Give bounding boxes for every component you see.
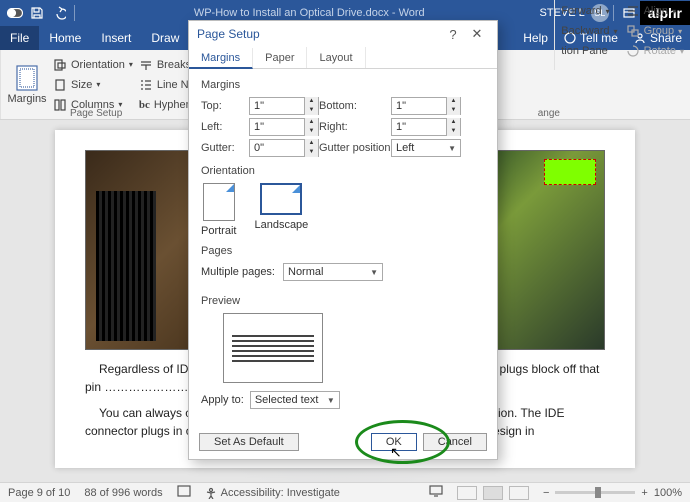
zoom-out-icon[interactable]: − xyxy=(543,487,549,499)
left-input[interactable]: 1"▲▼ xyxy=(249,118,319,136)
zoom-slider[interactable] xyxy=(555,491,635,494)
set-as-default-button[interactable]: Set As Default xyxy=(199,433,299,451)
landscape-option[interactable]: Landscape xyxy=(254,183,308,237)
bottom-input[interactable]: 1"▲▼ xyxy=(391,97,461,115)
display-settings-icon[interactable] xyxy=(429,485,443,500)
portrait-option[interactable]: Portrait xyxy=(201,183,236,237)
orientation-button[interactable]: Orientation▾ xyxy=(53,56,133,74)
help-icon[interactable]: ? xyxy=(441,27,465,42)
accessibility-status[interactable]: Accessibility: Investigate xyxy=(205,487,340,499)
quick-access-toolbar xyxy=(0,2,79,24)
insert-tab[interactable]: Insert xyxy=(91,26,141,50)
right-input[interactable]: 1"▲▼ xyxy=(391,118,461,136)
zoom-in-icon[interactable]: + xyxy=(641,487,647,499)
dialog-tabs: Margins Paper Layout xyxy=(189,47,497,69)
selection-pane-button[interactable]: tion Pane xyxy=(561,42,617,60)
autosave-toggle[interactable] xyxy=(4,2,26,24)
tab-margins[interactable]: Margins xyxy=(189,48,253,69)
rotate-button[interactable]: Rotate▾ xyxy=(626,42,684,60)
dialog-title: Page Setup xyxy=(197,27,260,41)
orientation-section-label: Orientation xyxy=(201,165,485,177)
page-setup-dialog: Page Setup ? ✕ Margins Paper Layout Marg… xyxy=(188,20,498,460)
gutter-input[interactable]: 0"▲▼ xyxy=(249,139,319,157)
bottom-label: Bottom: xyxy=(319,100,391,112)
margins-button[interactable]: Margins xyxy=(7,65,47,105)
margins-section-label: Margins xyxy=(201,79,485,91)
page-setup-group-label: Page Setup xyxy=(70,108,122,119)
document-title: WP-How to Install an Optical Drive.docx … xyxy=(79,7,540,19)
size-button[interactable]: Size▾ xyxy=(53,76,133,94)
page-indicator[interactable]: Page 9 of 10 xyxy=(8,487,70,499)
multiple-pages-label: Multiple pages: xyxy=(201,266,275,278)
home-tab[interactable]: Home xyxy=(39,26,91,50)
tab-paper[interactable]: Paper xyxy=(253,47,307,68)
gutter-position-select[interactable]: Left▼ xyxy=(391,139,461,157)
apply-to-select[interactable]: Selected text▼ xyxy=(250,391,340,409)
apply-to-label: Apply to: xyxy=(201,394,244,406)
group-button[interactable]: Group▾ xyxy=(626,22,684,40)
gutter-label: Gutter: xyxy=(201,142,249,154)
word-count[interactable]: 88 of 996 words xyxy=(84,487,162,499)
align-button[interactable]: Align▾ xyxy=(626,2,684,20)
read-mode-icon[interactable] xyxy=(457,486,477,500)
tab-layout[interactable]: Layout xyxy=(307,47,365,68)
preview-thumbnail xyxy=(223,313,323,383)
zoom-level[interactable]: 100% xyxy=(654,487,682,499)
file-tab[interactable]: File xyxy=(0,26,39,50)
send-backward-button[interactable]: Backward▾ xyxy=(561,22,617,40)
dialog-titlebar[interactable]: Page Setup ? ✕ xyxy=(189,21,497,47)
undo-icon[interactable] xyxy=(48,2,70,24)
save-icon[interactable] xyxy=(26,2,48,24)
spelling-icon[interactable] xyxy=(177,485,191,500)
ok-button[interactable]: OK xyxy=(371,433,417,451)
close-icon[interactable]: ✕ xyxy=(465,26,489,42)
status-bar: Page 9 of 10 88 of 996 words Accessibili… xyxy=(0,482,690,502)
cancel-button[interactable]: Cancel xyxy=(423,433,487,451)
draw-tab[interactable]: Draw xyxy=(141,26,189,50)
top-input[interactable]: 1"▲▼ xyxy=(249,97,319,115)
top-label: Top: xyxy=(201,100,249,112)
gutter-position-label: Gutter position: xyxy=(319,142,391,154)
right-label: Right: xyxy=(319,121,391,133)
help-menu[interactable]: Help xyxy=(515,31,556,45)
left-label: Left: xyxy=(201,121,249,133)
multiple-pages-select[interactable]: Normal▼ xyxy=(283,263,383,281)
pages-section-label: Pages xyxy=(201,245,485,257)
bring-forward-button[interactable]: Forward▾ xyxy=(561,2,617,20)
preview-section-label: Preview xyxy=(201,295,485,307)
zoom-control: − + 100% xyxy=(543,487,682,499)
view-buttons xyxy=(457,486,529,500)
arrange-group-label: ange xyxy=(538,108,560,119)
print-layout-icon[interactable] xyxy=(483,486,503,500)
web-layout-icon[interactable] xyxy=(509,486,529,500)
